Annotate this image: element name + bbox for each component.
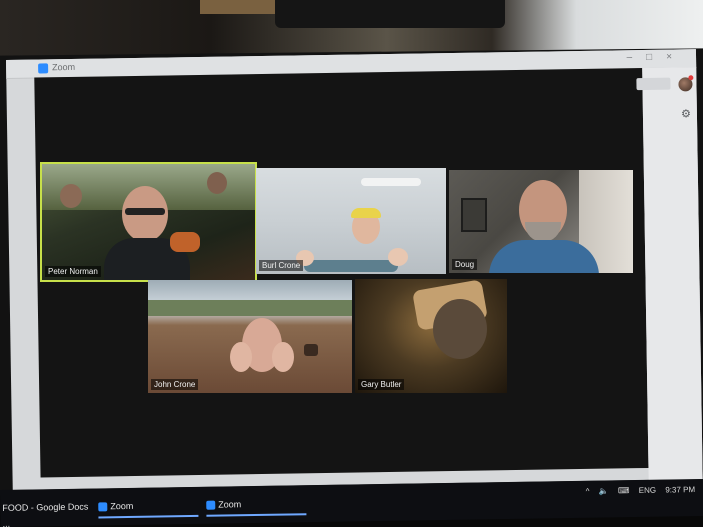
zoom-app-icon [206,500,216,510]
taskbar-item-label: FOOD - Google Docs ... [2,501,89,527]
hand [230,342,252,372]
zoom-app-icon [98,502,108,512]
zoom-app-icon [38,63,49,74]
taskbar-item-label: Zoom [218,499,242,510]
taskbar-item-zoom-2[interactable]: Zoom [206,495,307,517]
taskbar-item-label: Zoom [110,500,134,512]
held-object [304,260,398,272]
volume-icon[interactable]: 🔈 [599,486,609,495]
close-up-face [433,299,487,359]
search-bar[interactable] [636,77,671,91]
background-lake [148,280,352,300]
maximize-icon[interactable]: □ [646,52,666,63]
taskbar-item-google-docs[interactable]: FOOD - Google Docs ... [2,499,92,527]
keyboard-icon[interactable]: ⌨ [618,486,630,495]
headband [351,208,381,218]
photo-of-monitor: Zoom –□× ⚙ Peter Norman Burl Crone Doug … [0,0,703,527]
active-indicator [206,513,307,517]
language-indicator[interactable]: ENG [639,486,656,495]
notification-dot [688,75,694,81]
participant-name: Burl Crone [259,260,304,271]
side-panel: ⚙ [636,67,703,480]
participant-name: Gary Butler [358,379,405,390]
background-object [275,0,505,28]
video-tile-peter-norman[interactable]: Peter Norman [40,162,257,282]
ceiling-fan [361,178,421,186]
beard [525,222,561,242]
background-object [200,0,280,14]
gear-icon[interactable]: ⚙ [681,107,691,120]
video-tile-doug[interactable]: Doug [449,170,633,273]
participant-name: Doug [452,259,478,270]
glasses [125,208,165,215]
wall-picture [461,198,487,232]
video-tile-john-crone[interactable]: John Crone [148,280,352,393]
video-tile-burl-crone[interactable]: Burl Crone [256,168,446,274]
chevron-up-icon[interactable]: ^ [586,487,590,496]
participant-name: John Crone [151,379,199,390]
window-controls[interactable]: –□× [627,51,687,63]
background-person [60,184,82,208]
hand [272,342,294,372]
active-indicator [98,514,199,519]
minimize-icon[interactable]: – [627,52,647,63]
background-shore [148,300,352,316]
taskbar-item-zoom-1[interactable]: Zoom [98,497,199,519]
hand [388,248,408,266]
background-object [304,344,318,356]
video-tile-gary-butler[interactable]: Gary Butler [355,279,507,393]
background-person [207,172,227,194]
close-icon[interactable]: × [666,51,686,62]
participant-name: Peter Norman [45,266,101,277]
campfire [170,232,200,252]
clock[interactable]: 9:37 PM [665,485,695,494]
person-shirt [489,240,599,273]
window-title: Zoom [52,61,76,73]
system-tray: ^ 🔈 ⌨ ENG 9:37 PM [579,485,695,496]
